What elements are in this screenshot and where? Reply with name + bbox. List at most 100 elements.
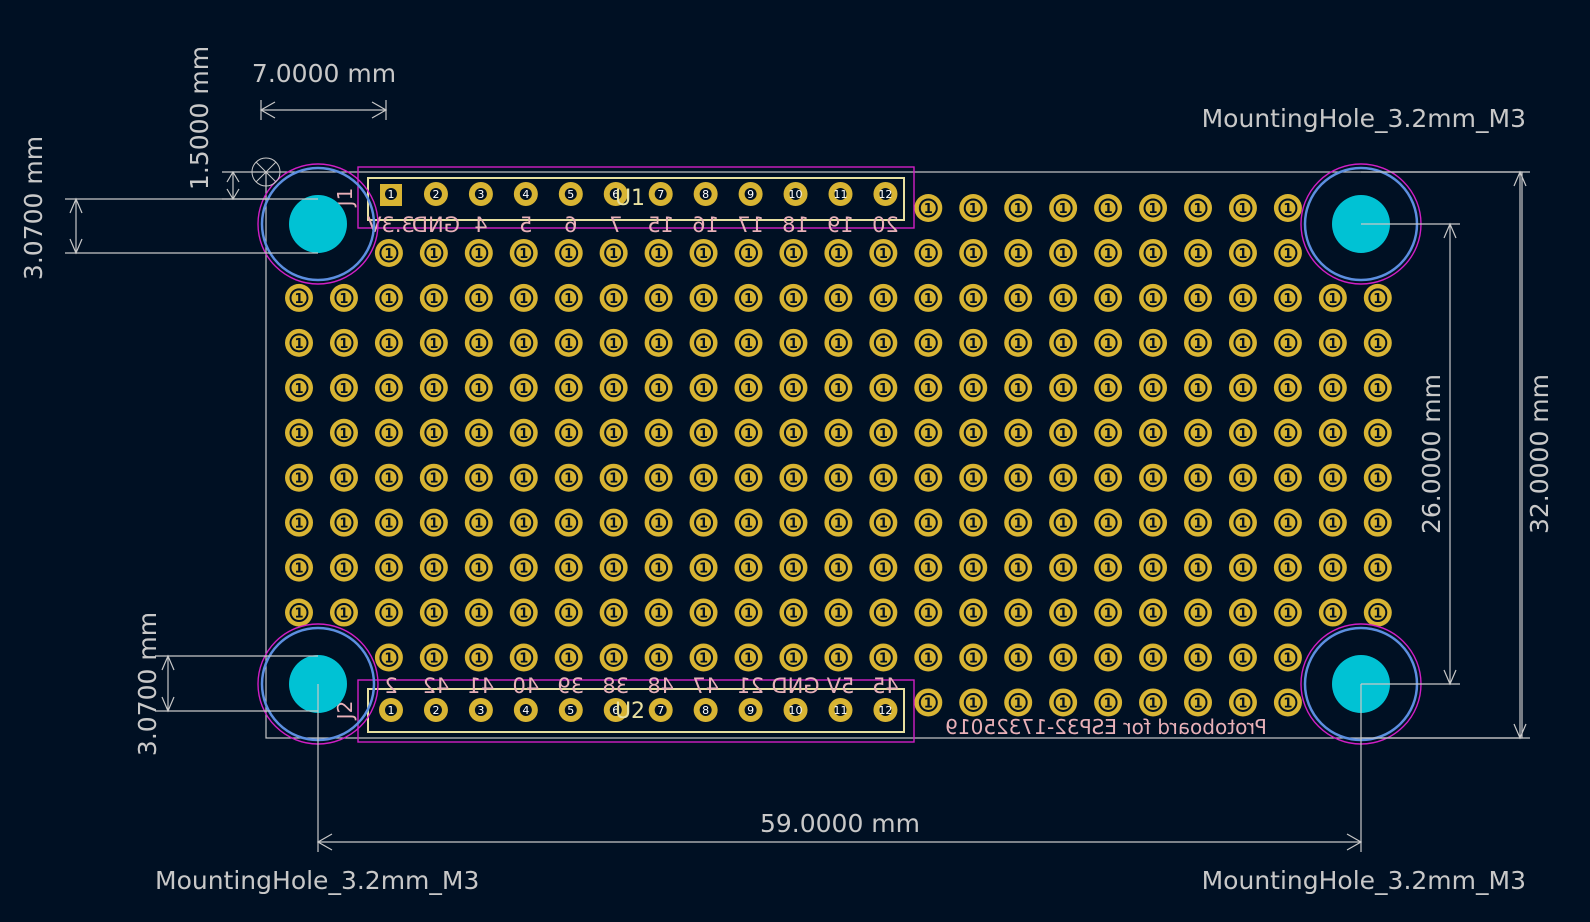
pad: 1 <box>914 643 943 672</box>
pad: 1 <box>779 463 808 492</box>
pad: 1 <box>1184 238 1212 267</box>
pin-number-label: 10 <box>789 704 803 717</box>
svg-text:1: 1 <box>1104 607 1113 622</box>
svg-text:1: 1 <box>384 382 393 397</box>
pad: 1 <box>509 328 538 357</box>
pin-number-label: 2 <box>432 188 439 201</box>
svg-text:1: 1 <box>1283 292 1292 307</box>
pad: 1 <box>1318 598 1347 627</box>
svg-text:1: 1 <box>924 202 933 217</box>
pin-name-label: 42 <box>423 674 450 698</box>
svg-text:1: 1 <box>699 607 708 622</box>
svg-text:1: 1 <box>1328 382 1337 397</box>
pad: 1 <box>374 553 403 582</box>
pin-name-label: 18 <box>782 213 809 237</box>
svg-text:1: 1 <box>924 337 933 352</box>
svg-text:1: 1 <box>654 562 663 577</box>
pad: 1 <box>1273 463 1302 492</box>
svg-text:1: 1 <box>609 472 618 487</box>
pad: 1 <box>464 373 493 402</box>
pad: 1 <box>509 283 538 312</box>
svg-text:1: 1 <box>1059 562 1068 577</box>
pad: 1 <box>509 418 538 447</box>
pad: 1 <box>554 418 583 447</box>
pin-number-label: 2 <box>432 704 439 717</box>
pad: 1 <box>464 328 493 357</box>
svg-text:1: 1 <box>384 652 393 667</box>
svg-text:1: 1 <box>564 247 573 262</box>
svg-text:1: 1 <box>1193 472 1202 487</box>
svg-text:1: 1 <box>744 472 753 487</box>
pin-number-label: 9 <box>747 188 754 201</box>
svg-text:1: 1 <box>1283 382 1292 397</box>
pad: 1 <box>689 643 718 672</box>
pin-name-label: 48 <box>647 674 674 698</box>
svg-text:1: 1 <box>1149 337 1158 352</box>
pin-number-label: 3 <box>477 188 484 201</box>
pad: 1 <box>914 598 943 627</box>
svg-text:1: 1 <box>654 517 663 532</box>
svg-text:1: 1 <box>519 652 528 667</box>
pad: 1 <box>1318 508 1347 537</box>
pad: 1 <box>509 373 538 402</box>
svg-text:1: 1 <box>969 696 978 711</box>
svg-text:1: 1 <box>474 247 483 262</box>
pad: 1 <box>509 643 538 672</box>
pad: 1 <box>1139 463 1168 492</box>
svg-text:1: 1 <box>609 427 618 442</box>
svg-text:1: 1 <box>1149 202 1158 217</box>
svg-text:1: 1 <box>1059 427 1068 442</box>
pin-name-label: 17 <box>737 213 764 237</box>
svg-text:1: 1 <box>1328 337 1337 352</box>
svg-text:1: 1 <box>564 517 573 532</box>
pad: 1 <box>869 508 898 537</box>
pad: 1 <box>1004 688 1033 717</box>
pad: 1 <box>734 418 763 447</box>
dim-width: 59.0000 mm <box>760 809 920 838</box>
svg-text:1: 1 <box>1283 427 1292 442</box>
svg-text:1: 1 <box>1014 382 1023 397</box>
svg-text:1: 1 <box>1328 472 1337 487</box>
pad: 1 <box>599 553 628 582</box>
svg-text:1: 1 <box>1238 292 1247 307</box>
svg-text:1: 1 <box>1283 247 1292 262</box>
pad: 1 <box>869 553 898 582</box>
svg-text:1: 1 <box>1328 562 1337 577</box>
pad: 1 <box>734 328 763 357</box>
pad: 1 <box>689 328 718 357</box>
canvas-background <box>0 0 1590 922</box>
svg-text:1: 1 <box>1373 472 1382 487</box>
pad: 1 <box>644 418 673 447</box>
pad: 1 <box>419 373 448 402</box>
pad: 1 <box>914 238 943 267</box>
svg-text:1: 1 <box>879 427 888 442</box>
svg-text:1: 1 <box>834 517 843 532</box>
pad: 1 <box>779 418 808 447</box>
svg-text:1: 1 <box>969 292 978 307</box>
pad: 1 <box>1139 418 1168 447</box>
svg-text:1: 1 <box>1014 607 1023 622</box>
svg-text:1: 1 <box>339 382 348 397</box>
pad: 1 <box>419 238 448 267</box>
svg-text:1: 1 <box>654 247 663 262</box>
pad: 1 <box>1139 194 1168 222</box>
pad: 1 <box>1184 418 1212 447</box>
svg-text:1: 1 <box>1059 696 1068 711</box>
svg-text:1: 1 <box>609 382 618 397</box>
svg-text:1: 1 <box>924 292 933 307</box>
pad: 1 <box>1094 688 1123 717</box>
pad: 1 <box>285 373 313 402</box>
pad: 1 <box>1094 463 1123 492</box>
svg-text:1: 1 <box>879 652 888 667</box>
pad: 1 <box>554 553 583 582</box>
svg-text:1: 1 <box>1193 427 1202 442</box>
svg-text:1: 1 <box>1014 427 1023 442</box>
svg-text:1: 1 <box>384 247 393 262</box>
svg-text:1: 1 <box>1149 607 1158 622</box>
pad: 1 <box>1228 194 1257 222</box>
svg-text:1: 1 <box>924 247 933 262</box>
dim-top-margin: 1.5000 mm <box>185 46 214 190</box>
svg-text:1: 1 <box>924 427 933 442</box>
pin-number-label: 9 <box>747 704 754 717</box>
pad: 1 <box>419 508 448 537</box>
